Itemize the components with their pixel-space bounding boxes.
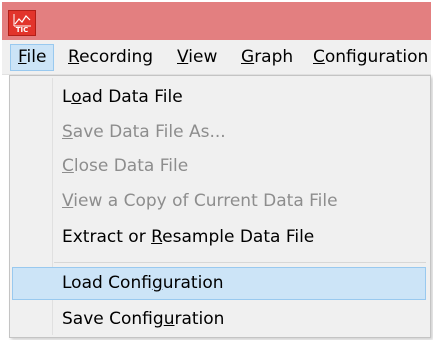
menu-item-label-post: uration	[162, 273, 224, 293]
menu-item-label-post: esample Data File	[162, 227, 315, 247]
menu-item-mnemonic: V	[62, 191, 74, 211]
menu-file-mnemonic: F	[18, 47, 27, 67]
menu-item-mnemonic: o	[71, 87, 82, 107]
menu-recording[interactable]: Recording	[68, 44, 153, 71]
menu-item-load-configuration[interactable]: Load Configuration	[12, 267, 426, 300]
menu-recording-label-post: ecording	[79, 47, 154, 67]
menu-graph-label-post: raph	[254, 47, 294, 67]
menu-configuration-mnemonic: C	[313, 47, 325, 67]
menu-file[interactable]: File	[10, 44, 54, 71]
menu-view-label-post: iew	[188, 47, 218, 67]
menu-item-label-post: ration	[174, 309, 225, 329]
menu-configuration[interactable]: Configuration	[313, 44, 431, 71]
menu-item-label-pre: L	[62, 87, 72, 107]
menu-configuration-label-post: onfiguration	[324, 47, 429, 67]
menu-item-mnemonic: R	[151, 227, 163, 247]
menu-item-load-data-file[interactable]: Load Data File	[12, 81, 426, 114]
menu-graph[interactable]: Graph	[241, 44, 293, 71]
menu-item-mnemonic: u	[163, 309, 175, 329]
menu-item-view-copy-of-data-file: View a Copy of Current Data File	[12, 185, 426, 218]
menu-item-label-pre: Load Confi	[62, 273, 152, 293]
menu-item-close-data-file: Close Data File	[12, 150, 426, 183]
menu-item-save-configuration[interactable]: Save Configuration	[12, 303, 426, 336]
menu-item-label-post: iew a Copy of Current Data File	[73, 191, 338, 211]
chart-app-icon[interactable]: TIC	[8, 10, 36, 36]
menu-item-extract-or-resample[interactable]: Extract or Resample Data File	[12, 221, 426, 254]
menu-item-label-post: ave Data File As...	[72, 122, 226, 142]
menu-file-label-post: ile	[26, 47, 47, 67]
menu-view[interactable]: View	[177, 44, 217, 71]
title-bar[interactable]: TIC	[2, 2, 431, 40]
application-window: TIC File Recording View Graph Configurat…	[0, 0, 433, 340]
menu-graph-mnemonic: G	[241, 47, 255, 67]
file-menu-dropdown: Load Data File Save Data File As... Clos…	[9, 75, 431, 338]
menu-view-mnemonic: V	[177, 47, 189, 67]
menu-bar: File Recording View Graph Configuration	[2, 40, 431, 75]
menu-item-label-post: ad Data File	[81, 87, 183, 107]
menu-item-mnemonic: S	[62, 122, 73, 142]
menu-recording-mnemonic: R	[68, 47, 80, 67]
menu-item-label-post: lose Data File	[73, 156, 189, 176]
menu-item-label-pre: Save Config	[62, 309, 164, 329]
menu-item-mnemonic: g	[151, 273, 163, 293]
menu-item-save-data-file-as: Save Data File As...	[12, 116, 426, 149]
app-icon-label: TIC	[15, 26, 29, 34]
menu-item-label-pre: Extract or	[62, 227, 152, 247]
menu-item-mnemonic: C	[62, 156, 74, 176]
menu-separator	[54, 262, 426, 263]
